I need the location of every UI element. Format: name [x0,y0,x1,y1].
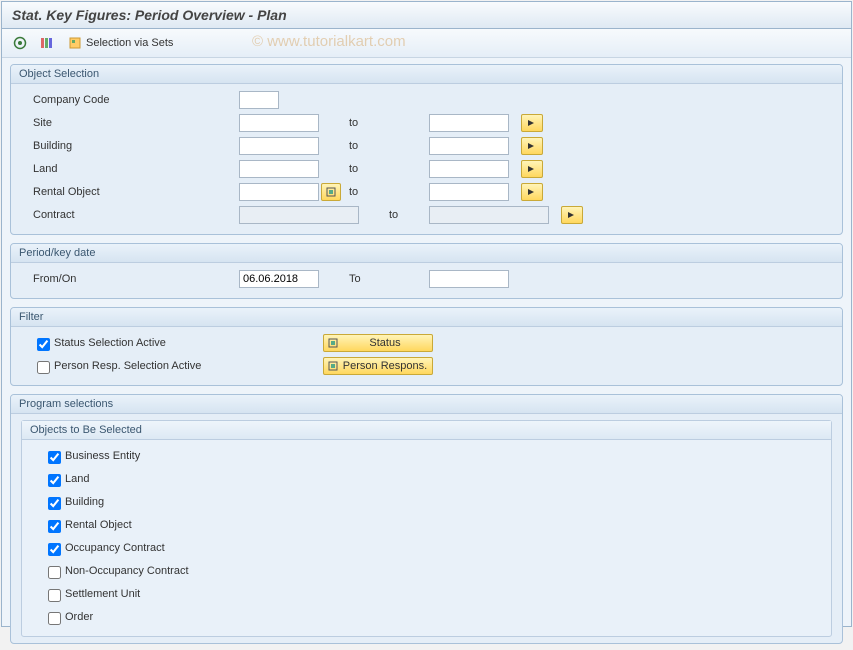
object-checkbox[interactable] [48,474,61,487]
objects-list: Business Entity Land Building Rental Object… [22,440,831,636]
label-rental-object-to: to [341,186,429,198]
group-header-program: Program selections [11,395,842,414]
arrow-right-icon [567,211,577,219]
company-code-input[interactable] [239,91,279,109]
from-on-input[interactable] [239,270,319,288]
get-variant-button[interactable] [36,33,56,53]
label-contract: Contract [21,209,239,221]
selection-via-sets-button[interactable]: Selection via Sets [62,34,179,52]
object-label: Order [65,611,93,623]
rental-object-from-input[interactable] [239,183,319,201]
label-from-on: From/On [21,273,239,285]
label-company-code: Company Code [21,94,239,106]
arrow-right-icon [527,119,537,127]
execute-button[interactable] [10,33,30,53]
building-multiselect-button[interactable] [521,137,543,155]
application-toolbar: Selection via Sets © www.tutorialkart.co… [2,29,851,58]
list-item: Non-Occupancy Contract [32,561,821,581]
label-contract-to: to [359,209,429,221]
page-title: Stat. Key Figures: Period Overview - Pla… [2,2,851,29]
label-status-active: Status Selection Active [54,337,166,349]
arrow-right-icon [527,188,537,196]
watermark-text: © www.tutorialkart.com [252,33,406,50]
contract-to-input [429,206,549,224]
object-label: Business Entity [65,450,140,462]
object-checkbox[interactable] [48,451,61,464]
group-header-filter: Filter [11,308,842,327]
object-label: Non-Occupancy Contract [65,565,189,577]
group-object-selection: Object Selection Company Code Site to Bu… [10,64,843,235]
person-active-checkbox[interactable] [37,361,50,374]
object-checkbox[interactable] [48,612,61,625]
status-button-label: Status [342,337,428,349]
arrow-right-icon [527,142,537,150]
list-item: Land [32,469,821,489]
land-multiselect-button[interactable] [521,160,543,178]
list-item: Settlement Unit [32,584,821,604]
filter-icon [328,361,338,371]
inner-group-header-objects: Objects to Be Selected [22,421,831,440]
label-land-to: to [319,163,429,175]
list-item: Order [32,607,821,627]
content-area: Object Selection Company Code Site to Bu… [2,58,851,650]
list-item: Rental Object [32,515,821,535]
value-help-icon [326,187,336,197]
group-header-period: Period/key date [11,244,842,263]
label-period-to: To [319,273,429,285]
label-building: Building [21,140,239,152]
contract-from-input [239,206,359,224]
label-person-active: Person Resp. Selection Active [54,360,201,372]
land-from-input[interactable] [239,160,319,178]
rental-object-to-input[interactable] [429,183,509,201]
contract-multiselect-button[interactable] [561,206,583,224]
object-checkbox[interactable] [48,589,61,602]
rental-object-multiselect-button[interactable] [521,183,543,201]
object-checkbox[interactable] [48,497,61,510]
selection-via-sets-label: Selection via Sets [86,37,173,49]
variant-icon [39,36,53,50]
object-label: Land [65,473,89,485]
label-site-to: to [319,117,429,129]
building-from-input[interactable] [239,137,319,155]
list-item: Building [32,492,821,512]
group-header-object-selection: Object Selection [11,65,842,84]
status-filter-button[interactable]: Status [323,334,433,352]
arrow-right-icon [527,165,537,173]
person-button-label: Person Respons. [342,360,428,372]
object-label: Rental Object [65,519,132,531]
group-program-selections: Program selections Objects to Be Selecte… [10,394,843,644]
execute-icon [13,36,27,50]
status-active-checkbox[interactable] [37,338,50,351]
inner-group-objects: Objects to Be Selected Business Entity La… [21,420,832,637]
sap-window: Stat. Key Figures: Period Overview - Pla… [1,1,852,627]
group-filter: Filter Status Selection Active Status [10,307,843,386]
site-to-input[interactable] [429,114,509,132]
label-rental-object: Rental Object [21,186,239,198]
list-item: Occupancy Contract [32,538,821,558]
site-multiselect-button[interactable] [521,114,543,132]
object-label: Occupancy Contract [65,542,165,554]
object-checkbox[interactable] [48,520,61,533]
land-to-input[interactable] [429,160,509,178]
site-from-input[interactable] [239,114,319,132]
period-to-input[interactable] [429,270,509,288]
object-label: Settlement Unit [65,588,140,600]
filter-icon [328,338,338,348]
label-building-to: to [319,140,429,152]
object-checkbox[interactable] [48,566,61,579]
object-checkbox[interactable] [48,543,61,556]
rental-object-value-help[interactable] [321,183,341,201]
building-to-input[interactable] [429,137,509,155]
person-filter-button[interactable]: Person Respons. [323,357,433,375]
label-land: Land [21,163,239,175]
object-label: Building [65,496,104,508]
group-period: Period/key date From/On To [10,243,843,299]
sets-icon [68,36,82,50]
list-item: Business Entity [32,446,821,466]
label-site: Site [21,117,239,129]
